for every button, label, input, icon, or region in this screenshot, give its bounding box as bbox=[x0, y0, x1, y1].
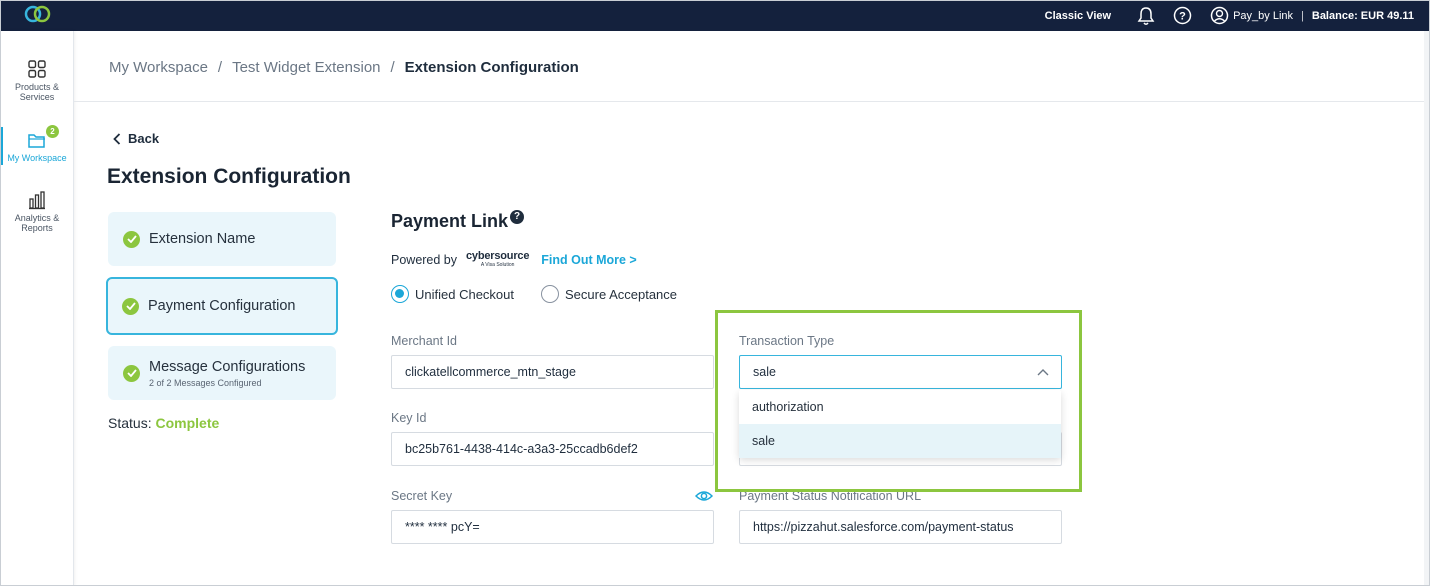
sidebar-item-label: My Workspace bbox=[7, 153, 67, 163]
balance-value: EUR 49.11 bbox=[1360, 9, 1414, 22]
breadcrumb-separator: / bbox=[390, 59, 395, 76]
classic-view-link[interactable]: Classic View bbox=[1045, 10, 1111, 22]
folder-icon bbox=[28, 134, 45, 148]
chevron-up-icon bbox=[1037, 369, 1049, 376]
sidebar-item-analytics-reports[interactable]: Analytics & Reports bbox=[0, 190, 74, 233]
sidebar-item-products-services[interactable]: Products & Services bbox=[0, 59, 74, 102]
workspace-count-badge: 2 bbox=[46, 125, 59, 138]
account-name: Pay_by Link bbox=[1233, 9, 1294, 22]
payment-status-url-field[interactable]: https://pizzahut.salesforce.com/payment-… bbox=[739, 510, 1062, 544]
transaction-type-select[interactable]: sale bbox=[739, 355, 1062, 389]
status-line: Status: Complete bbox=[108, 415, 219, 431]
sidebar-item-my-workspace[interactable]: 2 My Workspace bbox=[0, 125, 74, 165]
step-label: Payment Configuration bbox=[148, 298, 296, 314]
help-icon[interactable]: ? bbox=[510, 210, 524, 224]
breadcrumb-my-workspace[interactable]: My Workspace bbox=[109, 59, 208, 76]
breadcrumb-test-widget-extension[interactable]: Test Widget Extension bbox=[232, 59, 380, 76]
back-button[interactable]: Back bbox=[113, 131, 159, 146]
separator: | bbox=[1301, 9, 1304, 22]
key-id-label: Key Id bbox=[391, 411, 427, 425]
status-value: Complete bbox=[155, 415, 220, 431]
step-message-configurations[interactable]: Message Configurations 2 of 2 Messages C… bbox=[108, 346, 336, 400]
step-label: Extension Name bbox=[149, 231, 256, 247]
checkout-type-radio-group: Unified Checkout Secure Acceptance bbox=[391, 285, 677, 303]
transaction-type-value: sale bbox=[753, 365, 776, 379]
bell-icon[interactable] bbox=[1137, 6, 1155, 26]
help-icon[interactable]: ? bbox=[1173, 6, 1192, 25]
transaction-type-dropdown: authorization sale bbox=[739, 390, 1061, 458]
sidebar-item-label: Products & Services bbox=[14, 82, 60, 102]
top-bar: Classic View ? Pay_by Link | Balance: EU… bbox=[0, 0, 1430, 31]
step-sublabel: 2 of 2 Messages Configured bbox=[149, 377, 262, 388]
balance-label: Balance: bbox=[1311, 9, 1358, 22]
brand-logo[interactable] bbox=[23, 4, 53, 24]
step-payment-configuration[interactable]: Payment Configuration bbox=[106, 277, 338, 335]
radio-label: Unified Checkout bbox=[415, 286, 514, 302]
transaction-type-label: Transaction Type bbox=[739, 334, 835, 348]
check-circle-icon bbox=[123, 364, 140, 382]
user-icon bbox=[1210, 6, 1229, 25]
key-id-field[interactable]: bc25b761-4438-414c-a3a3-25ccadb6def2 bbox=[391, 432, 714, 466]
merchant-id-label: Merchant Id bbox=[391, 334, 458, 348]
payment-status-url-label: Payment Status Notification URL bbox=[739, 489, 922, 503]
powered-by: Powered by cybersource A Visa Solution F… bbox=[391, 251, 637, 268]
radio-unified-checkout[interactable] bbox=[391, 285, 409, 303]
account-menu[interactable]: Pay_by Link | Balance: EUR 49.11 bbox=[1210, 6, 1414, 25]
find-out-more-link[interactable]: Find Out More > bbox=[541, 253, 636, 267]
eye-icon[interactable] bbox=[695, 489, 713, 503]
breadcrumb: My Workspace / Test Widget Extension / E… bbox=[109, 59, 579, 76]
svg-text:?: ? bbox=[1179, 11, 1186, 23]
chevron-left-icon bbox=[113, 132, 121, 145]
merchant-id-field[interactable]: clickatellcommerce_mtn_stage bbox=[391, 355, 714, 389]
bar-chart-icon bbox=[29, 191, 45, 210]
sidebar-item-label: Analytics & Reports bbox=[14, 213, 60, 233]
secret-key-field[interactable]: **** **** pcY= bbox=[391, 510, 714, 544]
step-extension-name[interactable]: Extension Name bbox=[108, 212, 336, 266]
header-divider bbox=[74, 101, 1424, 102]
page-title: Extension Configuration bbox=[107, 165, 351, 188]
breadcrumb-current: Extension Configuration bbox=[404, 59, 579, 76]
radio-secure-acceptance[interactable] bbox=[541, 285, 559, 303]
step-label: Message Configurations bbox=[149, 358, 306, 375]
status-label: Status: bbox=[108, 415, 152, 431]
sidebar: Products & Services 2 My Workspace Analy… bbox=[0, 31, 74, 586]
powered-by-label: Powered by bbox=[391, 252, 458, 267]
secret-key-label: Secret Key bbox=[391, 489, 453, 503]
check-circle-icon bbox=[122, 297, 139, 315]
dropdown-option-sale[interactable]: sale bbox=[739, 424, 1061, 458]
grid-icon bbox=[28, 60, 46, 78]
right-scroll-gutter bbox=[1424, 31, 1430, 586]
dropdown-option-authorization[interactable]: authorization bbox=[739, 390, 1061, 424]
breadcrumb-separator: / bbox=[217, 59, 223, 76]
section-title: Payment Link bbox=[391, 211, 509, 231]
radio-label: Secure Acceptance bbox=[565, 286, 678, 302]
back-label: Back bbox=[128, 131, 160, 146]
cybersource-logo: cybersource A Visa Solution bbox=[466, 250, 530, 268]
check-circle-icon bbox=[123, 230, 140, 248]
